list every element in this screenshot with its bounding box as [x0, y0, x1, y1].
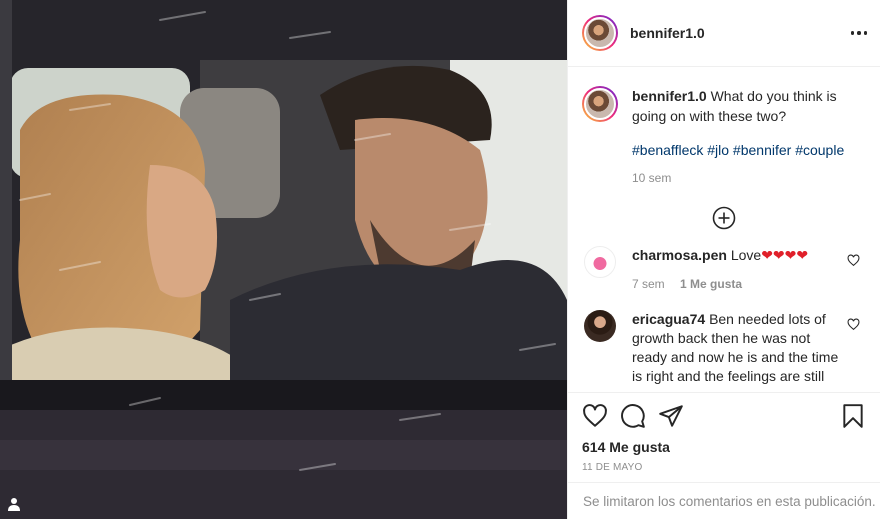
author-avatar[interactable]: [582, 15, 618, 51]
comment-time[interactable]: 7 sem: [632, 277, 665, 291]
caption-hashtags[interactable]: #benaffleck #jlo #bennifer #couple: [632, 140, 862, 160]
comment-username[interactable]: ericagua74: [632, 311, 705, 327]
comment-username[interactable]: charmosa.pen: [632, 247, 727, 263]
bookmark-icon[interactable]: [840, 403, 866, 429]
comment-like-heart-icon[interactable]: [847, 318, 860, 331]
post-panel: bennifer1.0 bennifer1.0 What do you thin…: [567, 0, 880, 519]
commenter-avatar[interactable]: [584, 310, 616, 342]
commenter-avatar[interactable]: [584, 246, 616, 278]
post-actions: 614 Me gusta 11 DE MAYO: [568, 392, 880, 482]
more-options-icon[interactable]: [848, 22, 870, 44]
tagged-user-icon[interactable]: [6, 496, 22, 512]
comments-limited-notice: Se limitaron los comentarios en esta pub…: [568, 482, 880, 519]
caption-avatar[interactable]: [582, 86, 618, 122]
plus-circle-icon[interactable]: [712, 206, 736, 230]
comments-list[interactable]: bennifer1.0 What do you think is going o…: [568, 68, 880, 391]
post-date[interactable]: 11 DE MAYO: [582, 462, 866, 473]
action-bar: [582, 403, 866, 429]
heart-icon[interactable]: [582, 403, 608, 429]
author-username[interactable]: bennifer1.0: [630, 25, 705, 41]
caption: bennifer1.0 What do you think is going o…: [582, 86, 866, 188]
comment-likes[interactable]: 1 Me gusta: [680, 277, 742, 291]
comment-item: ericagua74 Ben needed lots of growth bac…: [582, 310, 866, 386]
post-photo[interactable]: [0, 0, 567, 519]
caption-username[interactable]: bennifer1.0: [632, 88, 707, 104]
comment-text: Love: [730, 247, 762, 263]
comment-item: charmosa.pen Love❤❤❤❤ 7 sem 1 Me gusta: [582, 246, 866, 294]
comment-meta: 7 sem 1 Me gusta: [632, 275, 842, 294]
post-header: bennifer1.0: [568, 0, 880, 67]
caption-time[interactable]: 10 sem: [632, 168, 862, 188]
share-icon[interactable]: [658, 403, 684, 429]
comment-hearts: ❤❤❤❤: [761, 247, 809, 263]
photo-image: [0, 0, 567, 519]
likes-count[interactable]: 614 Me gusta: [582, 439, 866, 455]
comment-like-heart-icon[interactable]: [847, 254, 860, 267]
comment-icon[interactable]: [620, 403, 646, 429]
